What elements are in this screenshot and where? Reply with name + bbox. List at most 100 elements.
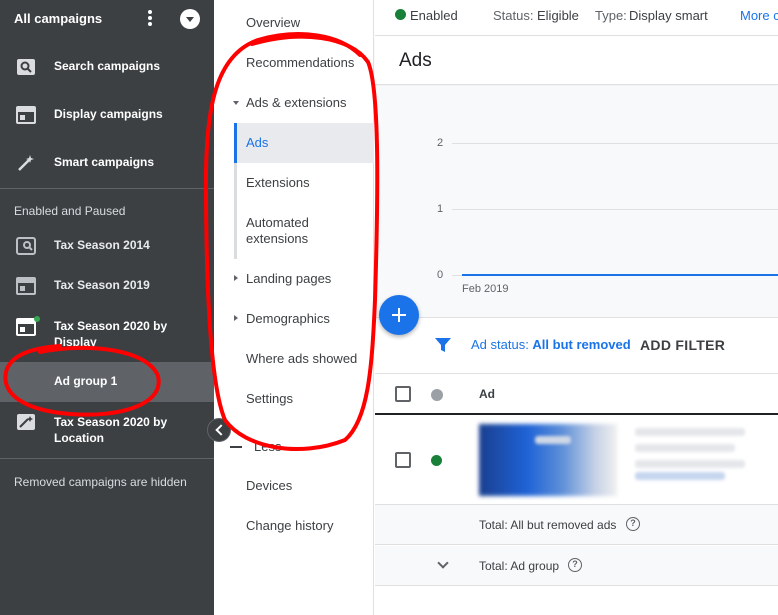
y-tick-label: 0 (437, 269, 444, 281)
nav-less[interactable]: Less (254, 439, 281, 455)
enabled-status-dot (34, 316, 40, 322)
nav-extensions[interactable]: Extensions (234, 163, 374, 203)
chart-gridline (452, 209, 778, 210)
type-value: Display smart (629, 8, 708, 23)
sidebar-item-search-campaigns[interactable]: Search campaigns (0, 47, 214, 87)
sidebar-item-label: Smart campaigns (54, 155, 155, 169)
table-header: Ad (375, 373, 778, 415)
expand-right-icon (234, 275, 238, 281)
total-removed-row: Total: All but removed ads ? (375, 505, 778, 545)
blurred-link (635, 472, 725, 480)
y-tick-label: 1 (437, 203, 444, 215)
more-options-icon[interactable] (143, 9, 157, 29)
sidebar-item-label: Ad group 1 (54, 374, 118, 388)
sidebar-item-label: Tax Season 2020 by Location (54, 415, 168, 445)
removed-campaigns-note: Removed campaigns are hidden (14, 475, 187, 489)
blurred-text (635, 460, 745, 468)
sidebar-header: All campaigns (0, 0, 214, 38)
sidebar-item-tax-season-2020-display[interactable]: Tax Season 2020 by Display (0, 308, 214, 352)
section-label: Enabled and Paused (14, 204, 126, 218)
dropdown-icon[interactable] (180, 9, 200, 29)
status-value: Eligible (537, 8, 579, 23)
smart-campaign-icon (18, 155, 34, 171)
expand-down-icon (233, 101, 239, 105)
page-header: Ads (375, 37, 778, 85)
nav-landing-pages[interactable]: Landing pages (246, 271, 331, 287)
help-icon[interactable]: ? (568, 558, 582, 572)
search-campaign-icon (17, 59, 35, 75)
nav-ads[interactable]: Ads (234, 123, 374, 163)
row-checkbox[interactable] (395, 452, 411, 468)
sidebar-item-tax-season-2019[interactable]: Tax Season 2019 (0, 266, 214, 306)
all-campaigns-title[interactable]: All campaigns (14, 11, 102, 26)
filter-prefix: Ad status: (471, 337, 533, 352)
campaign-sidebar: All campaigns Search campaigns Display c… (0, 0, 214, 615)
sidebar-item-tax-season-2014[interactable]: Tax Season 2014 (0, 226, 214, 266)
sidebar-item-tax-season-2020-location[interactable]: Tax Season 2020 by Location (0, 404, 214, 448)
campaign-status-bar: Enabled Status: Eligible Type: Display s… (375, 0, 778, 36)
main-content: Enabled Status: Eligible Type: Display s… (375, 0, 778, 615)
smart-campaign-icon (17, 414, 35, 430)
total-removed-label: Total: All but removed ads (479, 518, 617, 532)
display-campaign-icon (16, 277, 36, 295)
sidebar-item-smart-campaigns[interactable]: Smart campaigns (0, 143, 214, 183)
blurred-text (635, 428, 745, 436)
nav-ads-extensions[interactable]: Ads & extensions (246, 95, 346, 111)
page-title: Ads (399, 50, 432, 71)
nav-extensions-label: Extensions (246, 175, 310, 190)
nav-automated-extensions[interactable]: Automated extensions (234, 203, 374, 259)
status-label: Status: (493, 8, 534, 23)
total-adgroup-row: Total: Ad group ? (375, 546, 778, 586)
nav-change-history[interactable]: Change history (246, 518, 333, 534)
sidebar-item-label: Tax Season 2014 (54, 238, 150, 252)
y-tick-label: 2 (437, 137, 444, 149)
ad-preview-image[interactable] (479, 424, 617, 496)
chart-series-line (462, 274, 778, 276)
sidebar-divider (0, 188, 214, 189)
page-nav: Overview Recommendations Ads & extension… (214, 0, 374, 615)
enabled-status-dot (431, 455, 442, 466)
select-all-checkbox[interactable] (395, 386, 411, 402)
blurred-text (535, 436, 571, 444)
x-tick-label: Feb 2019 (462, 283, 509, 295)
chevron-down-icon[interactable] (437, 557, 449, 569)
nav-where-ads-showed[interactable]: Where ads showed (246, 351, 357, 367)
sidebar-item-label: Tax Season 2019 (54, 278, 150, 292)
sidebar-divider (0, 458, 214, 459)
collapse-less-icon (230, 446, 242, 448)
status-column-icon (431, 389, 443, 401)
sidebar-item-label: Display campaigns (54, 107, 163, 121)
filter-icon[interactable] (435, 337, 451, 353)
more-details-link[interactable]: More c (740, 8, 778, 23)
sidebar-item-label: Tax Season 2020 by Display (54, 319, 168, 349)
total-adgroup-label: Total: Ad group (479, 559, 560, 573)
filter-bar: Ad status: All but removed ADD FILTER (375, 320, 778, 372)
column-header-ad[interactable]: Ad (479, 387, 495, 401)
nav-devices[interactable]: Devices (246, 478, 292, 494)
blurred-text (635, 444, 735, 452)
table-row[interactable] (375, 416, 778, 505)
display-campaign-icon (16, 318, 36, 336)
ad-status-filter[interactable]: Ad status: All but removed (471, 337, 631, 352)
nav-demographics[interactable]: Demographics (246, 311, 330, 327)
sidebar-item-display-campaigns[interactable]: Display campaigns (0, 95, 214, 135)
collapse-sidebar-button[interactable] (207, 418, 231, 442)
display-campaign-icon (16, 106, 36, 124)
performance-chart: 2 1 0 Feb 2019 (375, 86, 778, 318)
enabled-status-dot (395, 9, 406, 20)
sidebar-item-ad-group-1[interactable]: Ad group 1 (0, 362, 214, 402)
sidebar-item-label: Search campaigns (54, 59, 161, 73)
enabled-status[interactable]: Enabled (410, 8, 458, 23)
filter-value: All but removed (532, 337, 631, 352)
nav-ads-label: Ads (246, 135, 269, 150)
nav-overview[interactable]: Overview (246, 15, 300, 31)
chart-gridline (452, 143, 778, 144)
nav-recommendations[interactable]: Recommendations (246, 55, 354, 71)
nav-settings[interactable]: Settings (246, 391, 293, 407)
nav-automated-extensions-label: Automated extensions (246, 215, 309, 246)
expand-right-icon (234, 315, 238, 321)
add-filter-button[interactable]: ADD FILTER (640, 337, 725, 353)
search-campaign-icon (16, 237, 36, 255)
add-ad-button[interactable] (379, 295, 419, 335)
help-icon[interactable]: ? (626, 517, 640, 531)
